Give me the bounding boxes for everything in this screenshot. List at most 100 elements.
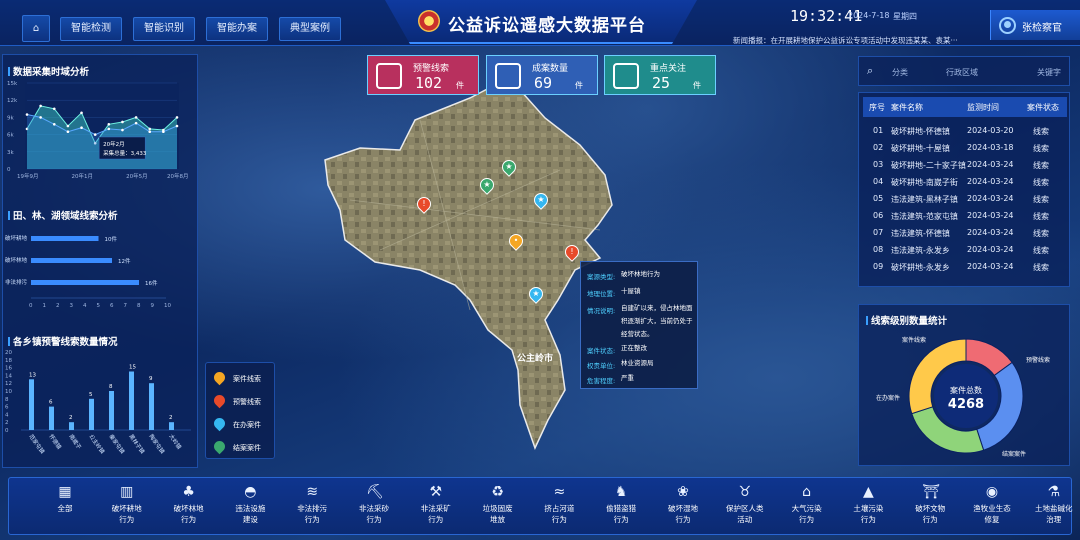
search-bar[interactable]: ⌕ 分类 行政区域 关键字 — [858, 56, 1070, 86]
filter-keyword[interactable]: 关键字 — [1037, 67, 1061, 78]
table-cell: 线索 — [1033, 263, 1049, 272]
category-cow[interactable]: ♉ 保护区人类 活动 — [715, 484, 775, 525]
table-row[interactable]: 05 违法建筑-黑林子镇 2024-03-24 线索 — [859, 191, 1071, 208]
donut-legend-label: 结案案件 — [1002, 450, 1026, 458]
popup-label: 危害程度: — [587, 377, 616, 385]
col-name: 案件名称 — [891, 103, 923, 112]
map-legend: 案件线索 预警线索 在办案件 结案案件 — [205, 362, 275, 459]
table-row[interactable]: 03 破坏耕地-二十家子镇 2024-03-24 线索 — [859, 157, 1071, 174]
search-icon[interactable]: ⌕ — [867, 64, 873, 78]
table-row[interactable]: 01 破坏耕地-怀德镇 2024-03-20 线索 — [859, 123, 1071, 140]
town-bar-chart[interactable]: 2018161412108642013范家屯镇6怀德镇2南崴子5公主岭镇8秦家屯… — [5, 346, 195, 464]
table-cell: 破坏耕地-永发乡 — [891, 263, 950, 272]
category-label: 破坏耕地 行为 — [111, 504, 142, 524]
salt-icon: ⚗ — [1047, 484, 1061, 500]
x-tick-label: 1 — [43, 303, 47, 309]
y-tick-label: 6 — [5, 405, 9, 411]
x-category-label: 大岭镇 — [167, 433, 183, 452]
table-row[interactable]: 06 违法建筑-范家屯镇 2024-03-24 线索 — [859, 208, 1071, 225]
user-menu[interactable]: 张检察官 — [990, 10, 1080, 40]
x-tick-label: 20年8月 — [167, 172, 189, 180]
table-cell: 2024-03-24 — [967, 262, 1014, 271]
category-recycle[interactable]: ♻ 垃圾固废 堆放 — [468, 484, 528, 525]
bar — [49, 406, 54, 430]
collection-area-chart[interactable]: 15k 12k 9k 6k 3k 0 19年9月 20年1月 20年5月 20年8月 20年2月采集… — [5, 77, 195, 197]
nav-typical-cases[interactable]: 典型案例 — [279, 17, 341, 41]
nav-smart-recognize[interactable]: 智能识别 — [133, 17, 195, 41]
x-tick-label: 4 — [83, 303, 87, 309]
donut-center-value: 4268 — [948, 397, 984, 412]
category-sewage[interactable]: ≋ 非法排污 行为 — [282, 484, 342, 525]
y-tick-label: 10 — [5, 389, 12, 395]
table-row[interactable]: 07 违法建筑-怀德镇 2024-03-24 线索 — [859, 225, 1071, 242]
category-soil[interactable]: ▲ 土壤污染 行为 — [838, 484, 898, 525]
x-category-label: 陶家屯镇 — [147, 433, 166, 456]
alarm-icon — [376, 63, 402, 89]
category-river[interactable]: ≈ 挤占河道 行为 — [529, 484, 589, 525]
table-cell: 08 — [873, 245, 884, 254]
table-row[interactable]: 02 破坏耕地-十屋镇 2024-03-18 线索 — [859, 140, 1071, 157]
home-button[interactable]: ⌂ — [22, 15, 50, 42]
news-ticker[interactable]: 新闻播报：在开展耕地保护公益诉讼专项活动中发现违某某、袁某··· — [733, 35, 958, 46]
data-point — [52, 122, 56, 126]
bar — [149, 383, 154, 430]
bar-value-label: 2 — [69, 415, 73, 421]
stat-card[interactable]: 重点关注 25 件 — [604, 55, 716, 95]
table-cell: 线索 — [1033, 161, 1049, 170]
clue-level-donut[interactable]: 案件总数 4268 案件线索预警线索结案案件 在办案件 — [858, 326, 1070, 466]
y-tick-label: 2 — [5, 420, 9, 426]
bar-value-label: 8 — [109, 384, 113, 390]
target-icon — [613, 63, 639, 89]
city-label: 公主岭市 — [517, 354, 554, 364]
popup-label: 情况说明: — [587, 307, 616, 315]
filter-category[interactable]: 分类 — [892, 67, 908, 78]
popup-label: 地理位置: — [587, 290, 616, 298]
category-tree[interactable]: ♣ 破坏林地 行为 — [159, 484, 219, 525]
category-deer[interactable]: ♞ 偷猎盗猎 行为 — [591, 484, 651, 525]
user-avatar-icon — [999, 17, 1016, 34]
data-point — [66, 130, 70, 134]
col-index: 序号 — [869, 103, 885, 112]
category-label: 非法采矿 行为 — [420, 504, 451, 524]
table-cell: 2024-03-24 — [967, 211, 1014, 220]
bar — [29, 379, 34, 430]
cow-icon: ♉ — [738, 484, 752, 500]
stat-card[interactable]: 预警线索 102 件 — [367, 55, 479, 95]
fish-icon: ◉ — [985, 484, 999, 500]
nav-smart-case[interactable]: 智能办案 — [206, 17, 268, 41]
deer-icon: ♞ — [614, 484, 628, 500]
bar-value-label: 15 — [129, 365, 136, 371]
table-row[interactable]: 08 违法建筑-永发乡 2024-03-24 线索 — [859, 242, 1071, 259]
category-excavator[interactable]: ⛏ 非法采砂 行为 — [344, 484, 404, 525]
category-wetland[interactable]: ❀ 破坏湿地 行为 — [653, 484, 713, 525]
table-cell: 09 — [873, 262, 884, 271]
x-tick-label: 6 — [110, 303, 114, 309]
y-tick-label: 6k — [7, 133, 14, 139]
region-boundary — [324, 84, 613, 450]
table-cell: 线索 — [1033, 195, 1049, 204]
table-row[interactable]: 09 破坏耕地-永发乡 2024-03-24 线索 — [859, 259, 1071, 276]
closed-case-icon — [211, 438, 228, 455]
popup-value: 十屋镇 — [621, 287, 641, 295]
category-fish[interactable]: ◉ 渔牧业生态 修复 — [962, 484, 1022, 525]
category-helmet[interactable]: ◓ 违法设施 建设 — [220, 484, 280, 525]
category-farmland[interactable]: ▥ 破坏耕地 行为 — [97, 484, 157, 525]
domain-bar-chart[interactable]: 破坏耕地 10件破坏林地 12件非法排污 16件 0 1 2 3 4 5 6 7 8 9 10 — [5, 222, 195, 317]
table-row[interactable]: 04 破坏耕地-南崴子街 2024-03-24 线索 — [859, 174, 1071, 191]
category-salt[interactable]: ⚗ 土地盐碱化 治理 — [1024, 484, 1080, 525]
category-grid[interactable]: ▦ 全部 — [35, 484, 95, 514]
bar — [109, 391, 114, 430]
table-cell: 违法建筑-范家屯镇 — [891, 212, 958, 221]
category-factory[interactable]: ⌂ 大气污染 行为 — [777, 484, 837, 525]
stat-unit: 件 — [456, 81, 464, 90]
stat-card[interactable]: 成案数量 69 件 — [486, 55, 598, 95]
x-category-label: 黑林子镇 — [127, 433, 146, 456]
nav-smart-detect[interactable]: 智能检测 — [60, 17, 122, 41]
helmet-icon: ◓ — [244, 484, 257, 500]
category-temple[interactable]: ⛩ 破坏文物 行为 — [900, 484, 960, 525]
table-cell: 破坏耕地-二十家子镇 — [891, 161, 966, 170]
y-tick-label: 0 — [5, 428, 9, 434]
category-mining[interactable]: ⚒ 非法采矿 行为 — [406, 484, 466, 525]
filter-region[interactable]: 行政区域 — [946, 67, 978, 78]
panel-title: 数据采集时域分析 — [8, 64, 89, 78]
